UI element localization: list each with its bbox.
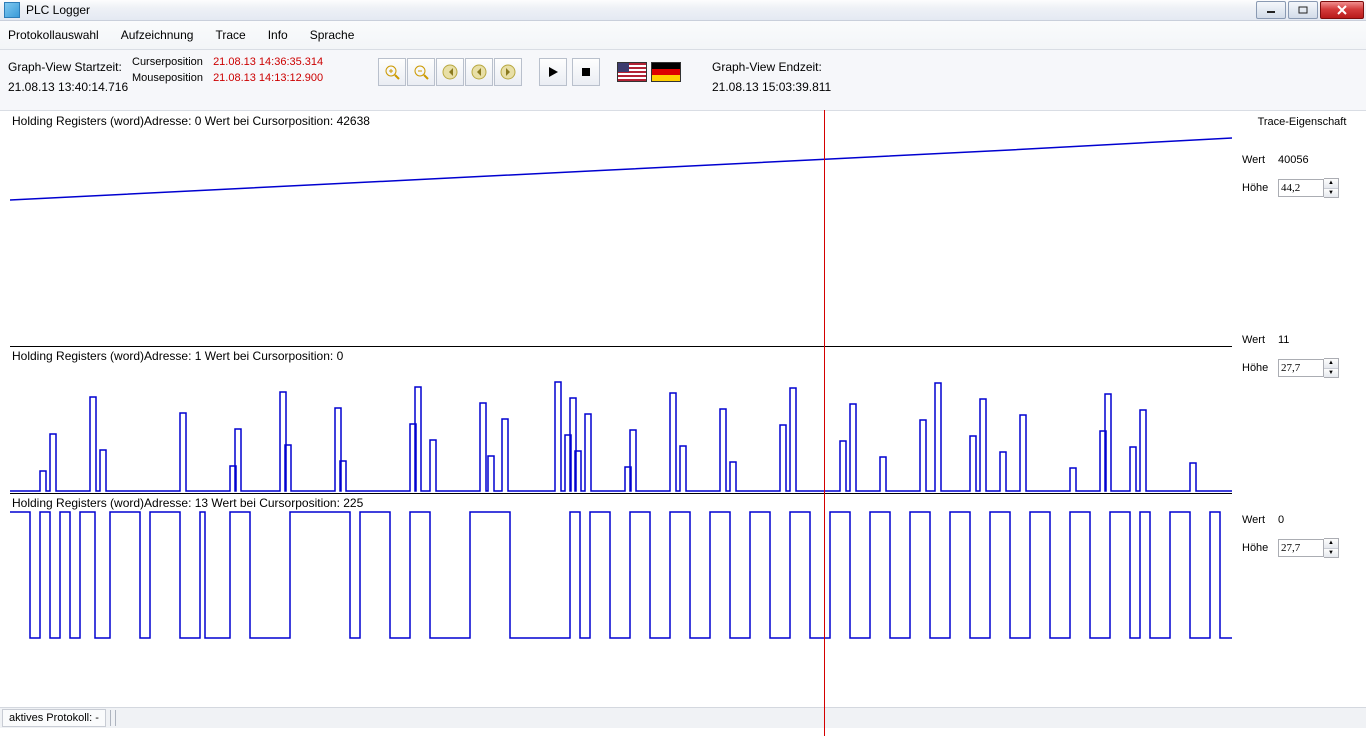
maximize-button[interactable]	[1288, 1, 1318, 19]
trace-2-props: Wert0 Höhe▲▼	[1242, 510, 1362, 558]
minimize-button[interactable]	[1256, 1, 1286, 19]
mouse-pos-label: Mouseposition	[132, 70, 210, 86]
trace-2-panel[interactable]: Holding Registers (word)Adresse: 13 Wert…	[10, 494, 1232, 640]
mouse-pos-value: 21.08.13 14:13:12.900	[213, 72, 323, 84]
flag-us-icon[interactable]	[617, 62, 647, 82]
trace-0-hoehe-input[interactable]	[1278, 179, 1324, 197]
nav-prev-icon[interactable]	[465, 58, 493, 86]
trace-1-plot	[10, 347, 1232, 493]
play-button[interactable]	[539, 58, 567, 86]
trace-1-hoehe-input[interactable]	[1278, 359, 1324, 377]
spinner-icon[interactable]: ▲▼	[1324, 358, 1339, 378]
trace-1-wert: 11	[1278, 334, 1362, 346]
graph-end-label: Graph-View Endzeit:	[712, 60, 831, 74]
window-title: PLC Logger	[26, 3, 90, 17]
trace-0-wert: 40056	[1278, 154, 1362, 166]
menu-bar: Protokollauswahl Aufzeichnung Trace Info…	[0, 21, 1366, 50]
status-grip-icon[interactable]	[110, 710, 116, 726]
side-panel: Trace-Eigenschaft Wert40056 Höhe▲▼ Wert1…	[1238, 110, 1366, 706]
trace-0-plot	[10, 112, 1232, 346]
trace-1-props: Wert11 Höhe▲▼	[1242, 330, 1362, 378]
zoom-out-icon[interactable]	[407, 58, 435, 86]
status-bar: aktives Protokoll: -	[0, 707, 1366, 728]
trace-1-panel[interactable]: Holding Registers (word)Adresse: 1 Wert …	[10, 347, 1232, 494]
toolbar: Graph-View Startzeit: 21.08.13 13:40:14.…	[0, 50, 1366, 111]
trace-2-label: Holding Registers (word)Adresse: 13 Wert…	[12, 496, 363, 510]
menu-info[interactable]: Info	[268, 28, 288, 42]
trace-2-plot	[10, 494, 1232, 640]
trace-2-hoehe-input[interactable]	[1278, 539, 1324, 557]
zoom-in-icon[interactable]	[378, 58, 406, 86]
chart-area[interactable]: Holding Registers (word)Adresse: 0 Wert …	[0, 110, 1238, 706]
trace-0-panel[interactable]: Holding Registers (word)Adresse: 0 Wert …	[10, 112, 1232, 347]
graph-end-value: 21.08.13 15:03:39.811	[712, 80, 831, 94]
cursor-pos-label: Curserposition	[132, 54, 210, 70]
spinner-icon[interactable]: ▲▼	[1324, 538, 1339, 558]
app-icon	[4, 2, 20, 18]
side-title: Trace-Eigenschaft	[1242, 116, 1362, 128]
flag-de-icon[interactable]	[651, 62, 681, 82]
menu-trace[interactable]: Trace	[215, 28, 245, 42]
title-bar: PLC Logger	[0, 0, 1366, 21]
spinner-icon[interactable]: ▲▼	[1324, 178, 1339, 198]
graph-start-value: 21.08.13 13:40:14.716	[8, 80, 128, 94]
menu-protokollauswahl[interactable]: Protokollauswahl	[8, 28, 99, 42]
close-button[interactable]	[1320, 1, 1364, 19]
cursor-pos-value: 21.08.13 14:36:35.314	[213, 56, 323, 68]
trace-0-props: Wert40056 Höhe▲▼	[1242, 150, 1362, 198]
menu-sprache[interactable]: Sprache	[310, 28, 355, 42]
trace-2-wert: 0	[1278, 514, 1362, 526]
status-active-protocol: aktives Protokoll: -	[2, 709, 106, 727]
trace-1-label: Holding Registers (word)Adresse: 1 Wert …	[12, 349, 343, 363]
cursor-line[interactable]	[824, 110, 825, 736]
graph-start-label: Graph-View Startzeit:	[8, 60, 128, 74]
menu-aufzeichnung[interactable]: Aufzeichnung	[121, 28, 194, 42]
trace-0-label: Holding Registers (word)Adresse: 0 Wert …	[12, 114, 370, 128]
nav-first-icon[interactable]	[436, 58, 464, 86]
nav-next-icon[interactable]	[494, 58, 522, 86]
stop-button[interactable]	[572, 58, 600, 86]
